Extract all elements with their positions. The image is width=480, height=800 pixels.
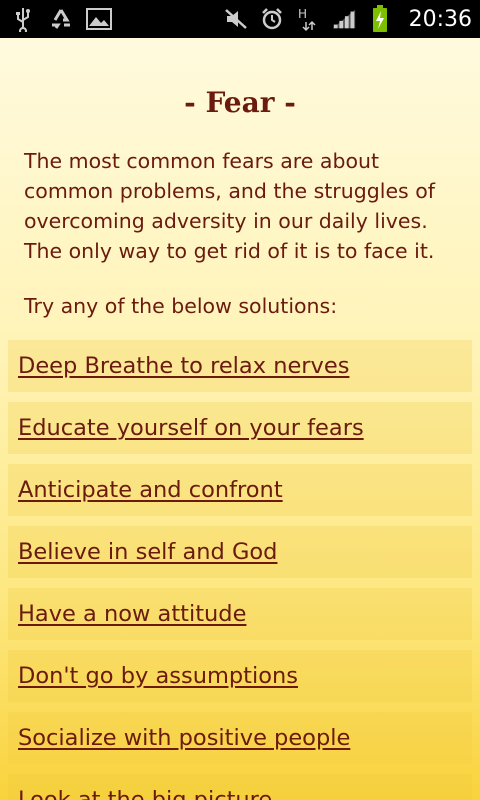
- recycle-icon: [48, 6, 74, 32]
- mute-icon: [223, 6, 249, 32]
- solution-item[interactable]: Look at the big picture: [8, 774, 472, 800]
- usb-icon: [10, 6, 36, 32]
- alarm-icon: [259, 6, 285, 32]
- svg-text:H: H: [298, 7, 307, 21]
- solution-item[interactable]: Have a now attitude: [8, 588, 472, 640]
- page-title: - Fear -: [184, 86, 296, 119]
- solution-link[interactable]: Anticipate and confront: [18, 477, 283, 503]
- solution-item[interactable]: Don't go by assumptions: [8, 650, 472, 702]
- solution-item[interactable]: Deep Breathe to relax nerves: [8, 340, 472, 392]
- signal-icon: [331, 6, 357, 32]
- solution-item[interactable]: Anticipate and confront: [8, 464, 472, 516]
- status-right-icons: H 20:36: [223, 0, 472, 38]
- solution-link[interactable]: Don't go by assumptions: [18, 663, 298, 689]
- solution-link[interactable]: Deep Breathe to relax nerves: [18, 353, 349, 379]
- solution-item[interactable]: Socialize with positive people: [8, 712, 472, 764]
- solution-link[interactable]: Educate yourself on your fears: [18, 415, 364, 441]
- solution-link[interactable]: Socialize with positive people: [18, 725, 350, 751]
- solutions-list: Deep Breathe to relax nerves Educate you…: [8, 340, 472, 800]
- data-hplus-icon: H: [295, 6, 321, 32]
- image-icon: [86, 6, 112, 32]
- battery-charging-icon: [367, 5, 393, 32]
- solutions-prompt: Try any of the below solutions:: [24, 294, 338, 318]
- solution-link[interactable]: Have a now attitude: [18, 601, 246, 627]
- status-left-icons: [10, 6, 112, 32]
- solution-item[interactable]: Believe in self and God: [8, 526, 472, 578]
- solution-link[interactable]: Look at the big picture: [18, 787, 272, 800]
- status-clock: 20:36: [408, 6, 472, 32]
- intro-text: The most common fears are about common p…: [24, 149, 436, 263]
- status-bar: H 20:36: [0, 0, 480, 38]
- solution-link[interactable]: Believe in self and God: [18, 539, 277, 565]
- solution-item[interactable]: Educate yourself on your fears: [8, 402, 472, 454]
- main-content: - Fear - The most common fears are about…: [0, 38, 480, 800]
